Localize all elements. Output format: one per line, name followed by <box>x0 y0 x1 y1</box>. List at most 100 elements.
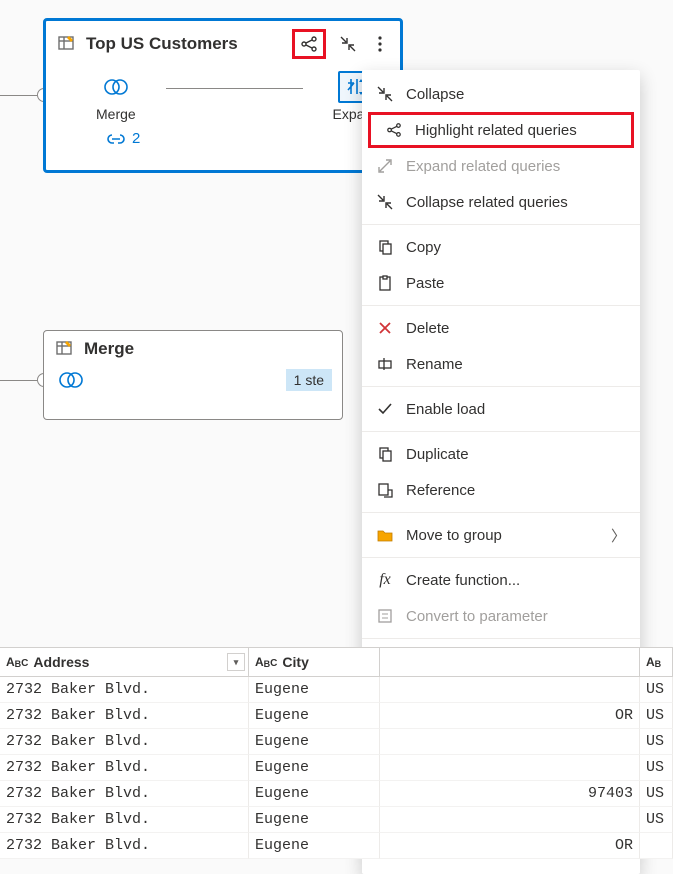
menu-label: Reference <box>406 482 475 499</box>
expand-icon <box>374 158 396 174</box>
link-count: 2 <box>132 130 140 147</box>
table-icon <box>58 34 78 54</box>
menu-copy[interactable]: Copy <box>362 229 640 265</box>
cell-col3: 97403 <box>380 781 640 807</box>
cell-address: 2732 Baker Blvd. <box>0 833 249 859</box>
menu-label: Paste <box>406 275 444 292</box>
step-label: Merge <box>96 106 136 122</box>
table-row[interactable]: 2732 Baker Blvd.EugeneOR <box>0 833 673 859</box>
menu-convert-parameter: Convert to parameter <box>362 598 640 634</box>
collapse-icon <box>374 194 396 210</box>
menu-label: Move to group <box>406 527 502 544</box>
table-row[interactable]: 2732 Baker Blvd.EugeneUS <box>0 729 673 755</box>
cell-address: 2732 Baker Blvd. <box>0 729 249 755</box>
function-icon: fx <box>374 571 396 589</box>
menu-collapse[interactable]: Collapse <box>362 76 640 112</box>
column-header-city[interactable]: ABC City <box>249 648 380 677</box>
parameter-icon <box>374 608 396 624</box>
folder-icon <box>374 528 396 542</box>
column-header-partial[interactable]: AB <box>640 648 673 677</box>
table-row[interactable]: 2732 Baker Blvd.EugeneORUS <box>0 703 673 729</box>
menu-highlight-related[interactable]: Highlight related queries <box>368 112 634 148</box>
duplicate-icon <box>374 446 396 462</box>
menu-separator <box>362 638 640 639</box>
rename-icon <box>374 356 396 372</box>
menu-rename[interactable]: Rename <box>362 346 640 382</box>
step-merge[interactable]: Merge <box>96 71 136 122</box>
cell-address: 2732 Baker Blvd. <box>0 781 249 807</box>
menu-label: Duplicate <box>406 446 469 463</box>
menu-separator <box>362 512 640 513</box>
cell-address: 2732 Baker Blvd. <box>0 807 249 833</box>
cell-col4 <box>640 833 673 859</box>
menu-label: Rename <box>406 356 463 373</box>
cell-city: Eugene <box>249 781 380 807</box>
query-card-top-us-customers[interactable]: Top US Customers Merge <box>43 18 403 173</box>
query-title: Merge <box>84 339 332 359</box>
menu-duplicate[interactable]: Duplicate <box>362 436 640 472</box>
reference-icon <box>374 482 396 498</box>
connector-wire <box>0 95 37 96</box>
table-row[interactable]: 2732 Baker Blvd.Eugene US <box>0 807 673 833</box>
data-grid: ABC Address ▾ ABC City AB 2732 Baker Blv… <box>0 647 673 859</box>
table-row[interactable]: 2732 Baker Blvd.Eugene97403US <box>0 781 673 807</box>
step-connector <box>166 88 303 89</box>
menu-move-to-group[interactable]: Move to group 〉 <box>362 517 640 553</box>
menu-label: Convert to parameter <box>406 608 548 625</box>
cell-col4: US <box>640 729 673 755</box>
cell-col4: US <box>640 677 673 703</box>
menu-reference[interactable]: Reference <box>362 472 640 508</box>
column-label: City <box>282 654 308 670</box>
cell-col4: US <box>640 755 673 781</box>
menu-paste[interactable]: Paste <box>362 265 640 301</box>
table-row[interactable]: 2732 Baker Blvd.Eugene US <box>0 677 673 703</box>
cell-city: Eugene <box>249 807 380 833</box>
collapse-icon[interactable] <box>338 34 358 54</box>
menu-separator <box>362 557 640 558</box>
cell-col3: OR <box>380 703 640 729</box>
copy-icon <box>374 239 396 255</box>
link-icon <box>106 132 126 146</box>
cell-city: Eugene <box>249 677 380 703</box>
menu-label: Enable load <box>406 401 485 418</box>
table-icon <box>56 339 76 359</box>
connector-wire <box>0 380 37 381</box>
text-type-icon: AB <box>646 655 661 669</box>
highlight-related-icon <box>383 122 405 138</box>
menu-label: Expand related queries <box>406 158 560 175</box>
text-type-icon: ABC <box>6 655 28 669</box>
highlight-related-icon[interactable] <box>299 34 319 54</box>
table-row[interactable]: 2732 Baker Blvd.EugeneUS <box>0 755 673 781</box>
query-card-merge[interactable]: Merge 1 ste <box>43 330 343 420</box>
column-header-hidden[interactable] <box>380 648 640 677</box>
cell-address: 2732 Baker Blvd. <box>0 677 249 703</box>
cell-address: 2732 Baker Blvd. <box>0 703 249 729</box>
check-icon <box>374 402 396 416</box>
cell-col3 <box>380 729 640 755</box>
menu-label: Highlight related queries <box>415 122 577 139</box>
grid-header: ABC Address ▾ ABC City AB <box>0 648 673 677</box>
cell-city: Eugene <box>249 833 380 859</box>
more-icon[interactable] <box>370 34 390 54</box>
cell-city: Eugene <box>249 703 380 729</box>
merge-step-icon[interactable] <box>58 369 84 391</box>
steps-truncated: 1 ste <box>286 369 332 391</box>
cell-col4: US <box>640 807 673 833</box>
cell-col4: US <box>640 703 673 729</box>
cell-city: Eugene <box>249 755 380 781</box>
menu-collapse-related[interactable]: Collapse related queries <box>362 184 640 220</box>
column-header-address[interactable]: ABC Address ▾ <box>0 648 249 677</box>
collapse-icon <box>374 86 396 102</box>
query-title: Top US Customers <box>86 34 286 54</box>
menu-enable-load[interactable]: Enable load <box>362 391 640 427</box>
highlight-related-button-callout <box>292 29 326 59</box>
cell-col3 <box>380 677 640 703</box>
cell-col3 <box>380 755 640 781</box>
cell-col3: OR <box>380 833 640 859</box>
menu-create-function[interactable]: fx Create function... <box>362 562 640 598</box>
menu-expand-related: Expand related queries <box>362 148 640 184</box>
column-filter-dropdown[interactable]: ▾ <box>227 653 245 671</box>
cell-col4: US <box>640 781 673 807</box>
menu-delete[interactable]: Delete <box>362 310 640 346</box>
menu-label: Copy <box>406 239 441 256</box>
